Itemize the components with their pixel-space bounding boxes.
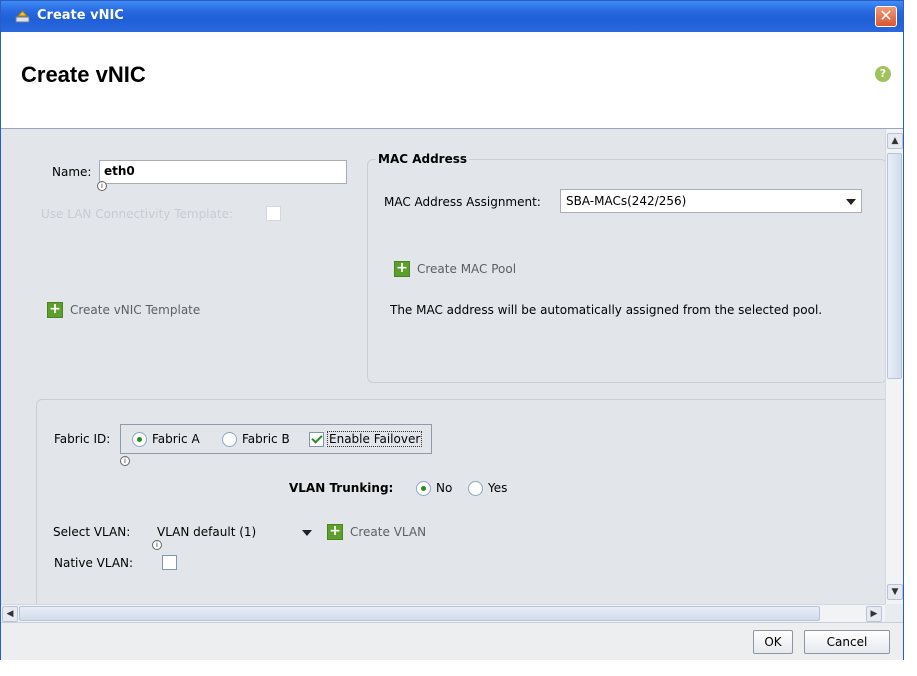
scroll-left-icon[interactable]: ◀ [2,606,18,622]
enable-failover-label[interactable]: Enable Failover [326,431,423,447]
create-vnic-template-link[interactable]: Create vNIC Template [70,303,200,317]
help-icon[interactable]: ? [875,66,891,82]
vlan-trunking-yes-label[interactable]: Yes [488,481,507,495]
cancel-button[interactable]: Cancel [804,630,890,654]
lan-template-checkbox[interactable] [266,206,281,221]
info-marker-icon: i [97,181,107,191]
lan-template-label: Use LAN Connectivity Template: [41,207,233,221]
page-title: Create vNIC [21,62,146,87]
name-input[interactable]: eth0 [99,160,347,184]
select-vlan-dropdown[interactable]: VLAN default (1) [154,519,318,543]
vlan-trunking-no-radio[interactable] [416,481,431,496]
fabric-b-radio[interactable] [222,432,237,447]
window-title: Create vNIC [37,8,124,23]
plus-icon[interactable]: + [327,524,343,540]
mac-assignment-value: SBA-MACs(242/256) [566,194,687,208]
dialog-footer: OK Cancel [1,622,903,660]
scroll-right-icon[interactable]: ▶ [866,606,882,622]
server-icon [15,10,30,23]
fabric-b-label[interactable]: Fabric B [242,432,290,446]
vlan-trunking-label: VLAN Trunking: [289,481,394,495]
chevron-down-icon [846,199,856,205]
ok-button[interactable]: OK [753,630,793,654]
title-bar[interactable]: Create vNIC ✕ [1,1,903,32]
create-vlan-link[interactable]: Create VLAN [350,525,426,539]
fabric-id-selector: Fabric A Fabric B Enable Failover [120,424,432,454]
vlan-trunking-no-label[interactable]: No [436,481,452,495]
native-vlan-label: Native VLAN: [54,556,134,570]
fabric-a-label[interactable]: Fabric A [152,432,200,446]
select-vlan-value: VLAN default (1) [157,525,257,539]
vertical-scrollbar[interactable]: ▲ ▼ [885,129,903,604]
plus-icon[interactable]: + [394,261,410,277]
fabric-id-label: Fabric ID: [54,432,111,446]
horizontal-scroll-thumb[interactable] [19,606,820,621]
select-vlan-label: Select VLAN: [53,525,131,539]
mac-assignment-note: The MAC address will be automatically as… [390,303,823,317]
dialog-header: Create vNIC ? [1,32,903,128]
info-marker-icon: i [152,540,162,550]
form-scroll-area: Name: eth0 i Use LAN Connectivity Templa… [1,129,885,604]
horizontal-scrollbar[interactable]: ◀ ▶ [1,604,885,622]
plus-icon[interactable]: + [47,302,63,318]
vertical-scroll-thumb[interactable] [887,153,902,379]
native-vlan-checkbox[interactable] [162,555,177,570]
scroll-up-icon[interactable]: ▲ [887,133,903,149]
close-icon[interactable]: ✕ [875,6,897,27]
name-label: Name: [52,165,92,179]
info-marker-icon: i [120,456,130,466]
fabric-a-radio[interactable] [132,432,147,447]
mac-assignment-select[interactable]: SBA-MACs(242/256) [560,189,862,213]
create-vnic-dialog: Create vNIC ✕ Create vNIC ? Name: eth0 i… [0,0,904,660]
create-mac-pool-link[interactable]: Create MAC Pool [417,262,516,276]
chevron-down-icon [302,530,312,536]
mac-address-group-title: MAC Address [376,152,470,166]
vlan-trunking-yes-radio[interactable] [468,481,483,496]
enable-failover-checkbox[interactable] [309,432,324,447]
scroll-down-icon[interactable]: ▼ [887,584,903,600]
mac-assignment-label: MAC Address Assignment: [384,195,541,209]
